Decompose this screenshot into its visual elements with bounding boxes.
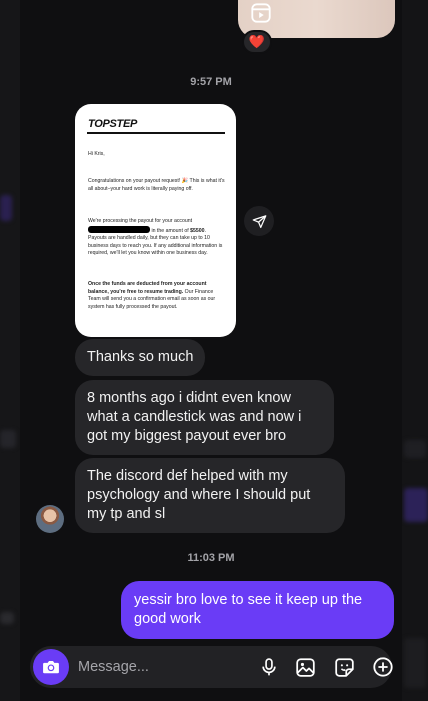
microphone-button[interactable] xyxy=(257,655,281,679)
gallery-icon xyxy=(295,657,315,677)
gallery-button[interactable] xyxy=(293,655,317,679)
sticker-button[interactable] xyxy=(332,655,356,679)
email-screenshot[interactable]: TOPSTEP Hi Kris, Congratulations on your… xyxy=(75,104,236,337)
camera-button[interactable] xyxy=(33,649,69,685)
blurred-blob xyxy=(404,638,426,688)
email-paragraph: Once the funds are deducted from your ac… xyxy=(88,281,226,311)
email-text: We're processing the payout for your acc… xyxy=(88,218,193,224)
reel-icon xyxy=(251,3,271,23)
camera-icon xyxy=(43,661,59,674)
email-greeting: Hi Kris, xyxy=(88,151,105,157)
message-bubble-received[interactable]: Thanks so much xyxy=(75,339,206,376)
background-app-left xyxy=(0,0,20,701)
timestamp: 9:57 PM xyxy=(190,76,232,88)
email-text: in the amount of xyxy=(151,227,189,234)
message-bubble-sent[interactable]: yessir bro love to see it keep up the go… xyxy=(121,581,394,639)
blurred-blob xyxy=(404,440,426,458)
avatar[interactable] xyxy=(36,505,64,533)
message-bubble-received[interactable]: The discord def helped with my psycholog… xyxy=(75,458,345,533)
sticker-icon xyxy=(334,657,354,677)
blurred-blob xyxy=(0,195,12,221)
blurred-blob xyxy=(404,488,428,522)
chat-thread[interactable]: ❤️ 9:57 PM TOPSTEP Hi Kris, Congratulati… xyxy=(20,0,402,701)
email-paragraph: We're processing the payout for your acc… xyxy=(88,218,226,258)
message-bubble-received[interactable]: 8 months ago i didnt even know what a ca… xyxy=(75,380,334,455)
message-input[interactable] xyxy=(78,656,228,678)
payout-amount: $5500 xyxy=(190,227,205,234)
share-button[interactable] xyxy=(244,206,274,236)
share-icon xyxy=(252,214,266,228)
background-app-right xyxy=(402,0,428,701)
heart-reaction[interactable]: ❤️ xyxy=(242,30,272,54)
microphone-icon xyxy=(262,658,276,676)
more-options-button[interactable] xyxy=(371,655,395,679)
divider xyxy=(87,132,225,134)
message-composer xyxy=(30,646,395,688)
redaction-mark xyxy=(88,225,150,233)
plus-icon xyxy=(373,657,393,677)
blurred-blob xyxy=(0,612,14,624)
email-logo: TOPSTEP xyxy=(88,118,138,130)
blurred-blob xyxy=(0,430,16,448)
email-paragraph: Congratulations on your payout request! … xyxy=(88,178,225,192)
timestamp: 11:03 PM xyxy=(187,552,235,564)
